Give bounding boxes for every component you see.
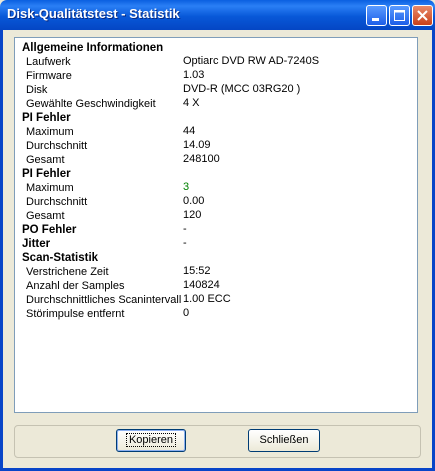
stat-label: Durchschnitt xyxy=(26,196,88,208)
stat-row: Maximum xyxy=(26,181,74,195)
stat-label: Firmware xyxy=(26,70,72,82)
stat-row: Gewählte Geschwindigkeit xyxy=(26,97,156,111)
stat-value: 120 xyxy=(183,209,202,221)
copy-button-label: Kopieren xyxy=(125,433,177,447)
close-window-button[interactable] xyxy=(412,5,433,26)
stat-value: 0.00 xyxy=(183,195,205,207)
window-title: Disk-Qualitätstest - Statistik xyxy=(7,6,180,21)
stat-value: 15:52 xyxy=(183,265,211,277)
section-heading-scan: Scan-Statistik xyxy=(22,252,99,264)
stat-value: - xyxy=(183,237,187,249)
stat-label: Maximum xyxy=(26,126,74,138)
stat-value: 44 xyxy=(183,125,196,137)
stat-value: Optiarc DVD RW AD-7240S xyxy=(183,55,320,67)
close-button[interactable]: Schließen xyxy=(248,429,320,452)
close-button-label: Schließen xyxy=(259,434,309,446)
stat-row: Laufwerk xyxy=(26,55,71,69)
stat-value: 3 xyxy=(183,181,190,193)
section-heading-po-errors: PO Fehler xyxy=(22,224,77,236)
stat-row: Anzahl der Samples xyxy=(26,279,124,293)
section-heading-pi-failures: PI Fehler xyxy=(22,168,71,180)
section-heading-pi-errors: PI Fehler xyxy=(22,112,71,124)
section-heading-jitter: Jitter xyxy=(22,238,51,250)
maximize-button[interactable] xyxy=(389,5,410,26)
stat-row: Maximum xyxy=(26,125,74,139)
stat-label: Verstrichene Zeit xyxy=(26,266,109,278)
maximize-icon xyxy=(394,10,405,21)
stat-row: Verstrichene Zeit xyxy=(26,265,109,279)
stat-row: Durchschnitt xyxy=(26,195,87,209)
stat-label: Durchschnittliches Scanintervall xyxy=(26,294,182,306)
close-icon xyxy=(417,10,428,21)
stat-row: Durchschnittliches Scanintervall xyxy=(26,293,181,307)
stat-label: Gesamt xyxy=(26,154,65,166)
stat-row: Störimpulse entfernt xyxy=(26,307,124,321)
stat-value: 140824 xyxy=(183,279,220,291)
button-group xyxy=(14,425,421,458)
stat-row: Disk xyxy=(26,83,47,97)
minimize-button[interactable] xyxy=(366,5,387,26)
copy-button[interactable]: Kopieren xyxy=(116,429,186,452)
stat-value: 248100 xyxy=(183,153,220,165)
stat-value: DVD-R (MCC 03RG20 ) xyxy=(183,83,301,95)
section-heading-general: Allgemeine Informationen xyxy=(22,42,164,54)
stat-label: Disk xyxy=(26,84,48,96)
title-bar[interactable]: Disk-Qualitätstest - Statistik xyxy=(0,0,435,30)
minimize-icon xyxy=(372,18,379,21)
stat-row: Durchschnitt xyxy=(26,139,87,153)
stat-value: 0 xyxy=(183,307,190,319)
stat-label: Gesamt xyxy=(26,210,65,222)
stat-value: 4 X xyxy=(183,97,200,109)
stat-value: 14.09 xyxy=(183,139,211,151)
statistics-panel: Allgemeine Informationen Laufwerk Optiar… xyxy=(14,37,418,413)
stat-label: Störimpulse entfernt xyxy=(26,308,125,320)
stat-row: Firmware xyxy=(26,69,72,83)
stat-value: - xyxy=(183,223,187,235)
stat-row: Gesamt xyxy=(26,209,65,223)
stat-label: Durchschnitt xyxy=(26,140,88,152)
stat-label: Anzahl der Samples xyxy=(26,280,125,292)
stat-value: 1.00 ECC xyxy=(183,293,231,305)
stat-label: Laufwerk xyxy=(26,56,71,68)
stat-label: Gewählte Geschwindigkeit xyxy=(26,98,156,110)
stat-value: 1.03 xyxy=(183,69,205,81)
stat-label: Maximum xyxy=(26,182,74,194)
stat-row: Gesamt xyxy=(26,153,65,167)
